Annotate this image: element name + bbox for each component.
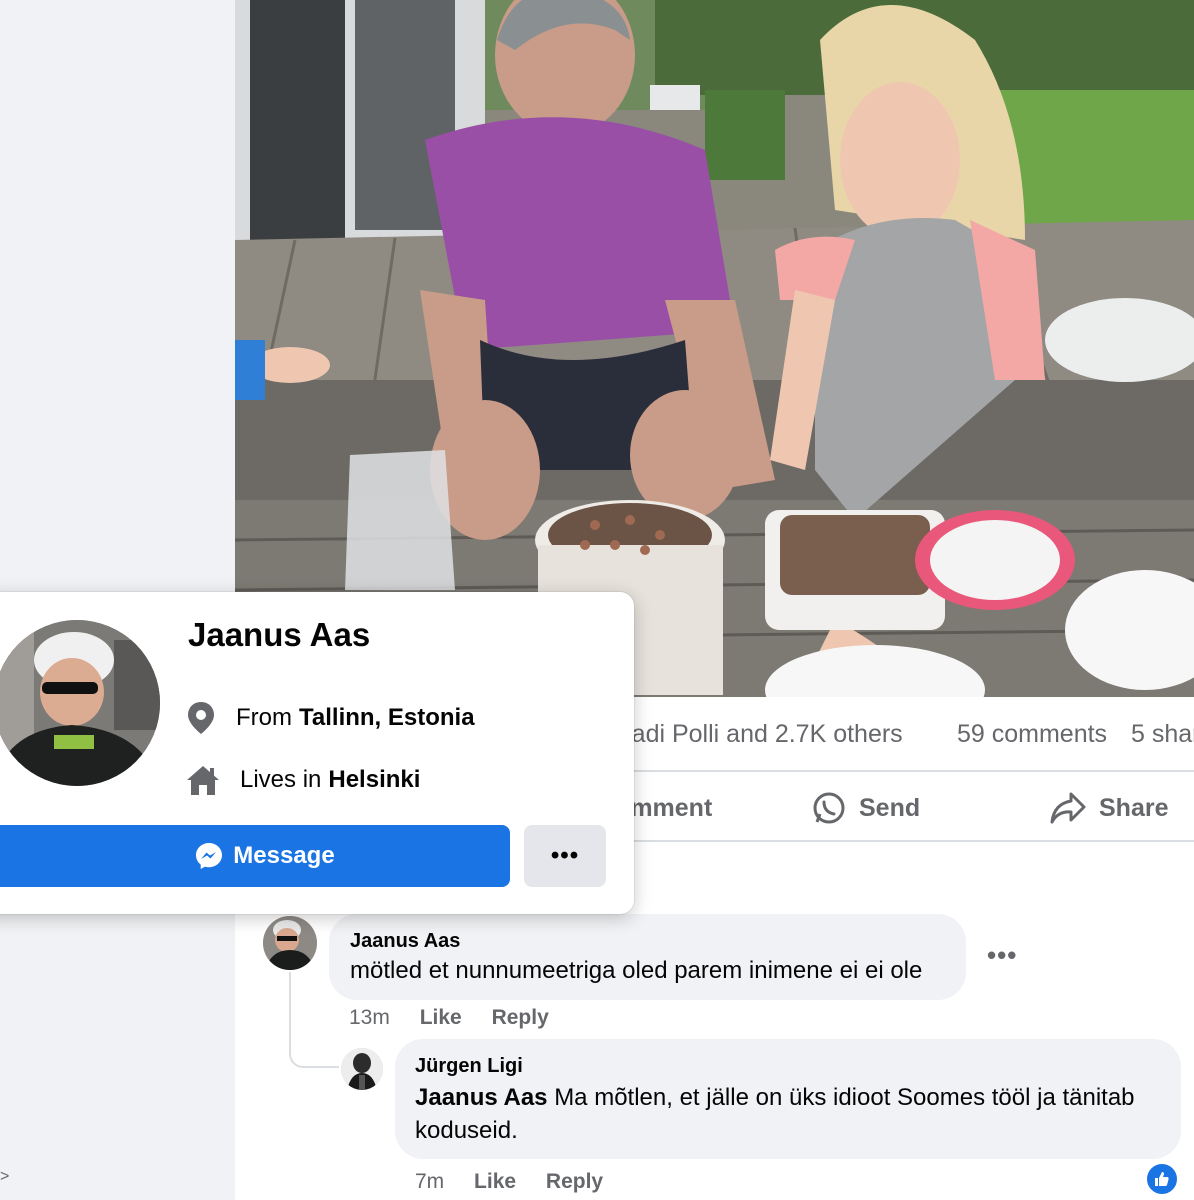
comment-bubble: Jaanus Aas mötled et nunnumeetriga oled … xyxy=(329,914,966,1000)
more-options-button[interactable]: ••• xyxy=(524,825,606,887)
stray-glyph: > xyxy=(0,1168,10,1185)
comment-like-button[interactable]: Like xyxy=(474,1170,516,1194)
messenger-icon xyxy=(196,843,223,869)
share-button[interactable]: Share xyxy=(1049,786,1168,830)
comment-meta: 13m Like Reply xyxy=(349,1006,573,1030)
share-label: Share xyxy=(1099,793,1169,822)
from-place[interactable]: Tallinn, Estonia xyxy=(299,704,475,732)
lives-place[interactable]: Helsinki xyxy=(328,766,420,794)
mention-link[interactable]: Jaanus Aas xyxy=(415,1084,548,1111)
comment-time[interactable]: 7m xyxy=(415,1170,444,1194)
send-button[interactable]: Send xyxy=(811,786,920,830)
profile-from: From Tallinn, Estonia xyxy=(186,698,475,738)
location-pin-icon xyxy=(188,702,214,734)
comment-meta: 7m Like Reply xyxy=(415,1170,627,1194)
profile-hover-card: Jaanus Aas From Tallinn, Estonia Lives i… xyxy=(0,592,634,914)
comment-text: Jaanus Aas Ma mõtlen, et jälle on üks id… xyxy=(415,1081,1175,1147)
like-reaction-badge[interactable] xyxy=(1145,1162,1179,1196)
whatsapp-icon xyxy=(813,792,845,824)
profile-avatar[interactable] xyxy=(0,620,160,786)
comment-options-button[interactable]: ••• xyxy=(987,940,1017,971)
home-icon xyxy=(187,766,219,795)
message-label: Message xyxy=(233,842,335,869)
comment-author[interactable]: Jaanus Aas xyxy=(350,930,460,953)
comment-reply-button[interactable]: Reply xyxy=(546,1170,603,1194)
share-arrow-icon xyxy=(1050,792,1086,824)
message-button[interactable]: Message xyxy=(0,825,510,887)
profile-lives: Lives in Helsinki xyxy=(186,760,420,800)
from-prefix: From xyxy=(236,704,292,731)
comment-text: mötled et nunnumeetriga oled parem inime… xyxy=(350,957,923,984)
send-label: Send xyxy=(859,793,921,822)
avatar[interactable] xyxy=(263,916,317,970)
comment-reply-button[interactable]: Reply xyxy=(492,1006,549,1030)
like-thumb-icon xyxy=(1155,1172,1169,1186)
comment-like-button[interactable]: Like xyxy=(420,1006,462,1030)
avatar[interactable] xyxy=(341,1048,383,1090)
thread-line xyxy=(289,972,339,1068)
reactions-summary[interactable]: Kadi Polli and 2.7K others xyxy=(615,720,903,749)
comment-count[interactable]: 59 comments xyxy=(957,720,1107,749)
comment-time[interactable]: 13m xyxy=(349,1006,390,1030)
profile-name[interactable]: Jaanus Aas xyxy=(188,616,370,654)
share-count[interactable]: 5 shares xyxy=(1131,720,1194,749)
lives-prefix: Lives in xyxy=(240,766,322,793)
comment-bubble: Jürgen Ligi Jaanus Aas Ma mõtlen, et jäl… xyxy=(395,1039,1181,1159)
comment-author[interactable]: Jürgen Ligi xyxy=(415,1055,523,1078)
